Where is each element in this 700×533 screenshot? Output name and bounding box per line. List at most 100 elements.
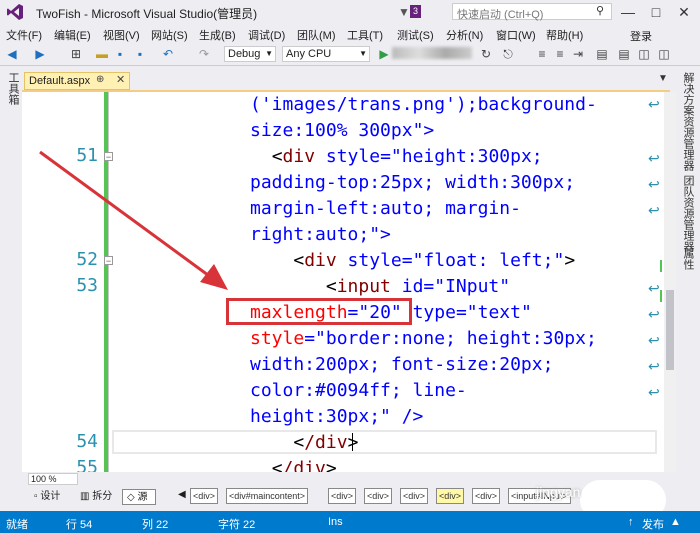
- word-wrap-icon: ↩: [648, 150, 660, 166]
- menu-view[interactable]: 视图(V): [103, 27, 140, 43]
- word-wrap-icon: ↩: [648, 384, 660, 400]
- tag-crumb[interactable]: <div>: [364, 488, 393, 504]
- menu-help[interactable]: 帮助(H): [546, 27, 583, 43]
- code-line: color:#0094ff; line-: [250, 380, 467, 401]
- menu-team[interactable]: 团队(M): [297, 27, 336, 43]
- refresh-icon[interactable]: ↻: [478, 46, 494, 62]
- indent-icon[interactable]: ⇥: [570, 46, 586, 62]
- menu-window[interactable]: 窗口(W): [496, 27, 536, 43]
- close-button[interactable]: ✕: [670, 2, 698, 22]
- save-all-icon[interactable]: ▪: [132, 46, 148, 62]
- visual-studio-logo-icon: [7, 4, 23, 20]
- menu-build[interactable]: 生成(B): [199, 27, 236, 43]
- vertical-scrollbar[interactable]: [664, 92, 676, 472]
- zoom-select[interactable]: 100 %: [28, 473, 78, 485]
- code-line: width:200px; font-size:20px;: [250, 354, 554, 375]
- tag-crumb[interactable]: <div#maincontent>: [226, 488, 309, 504]
- solution-explorer-tab[interactable]: 解决方案资源管理器: [680, 72, 696, 171]
- status-line: 行 54: [66, 519, 93, 531]
- bookmark-icon[interactable]: ◫: [636, 46, 652, 62]
- comment-icon[interactable]: ▤: [594, 46, 610, 62]
- format-icon-2[interactable]: ≡: [552, 46, 568, 62]
- platform-value: Any CPU: [286, 48, 332, 60]
- blurred-browser-name[interactable]: [392, 47, 472, 59]
- menu-analyze[interactable]: 分析(N): [446, 27, 483, 43]
- current-line-highlight: [112, 430, 657, 454]
- split-view-button[interactable]: ▥ 拆分: [80, 489, 112, 505]
- chevron-down-icon: ▼: [359, 49, 367, 58]
- code-line: height:30px;" />: [250, 406, 424, 427]
- design-view-button[interactable]: ▫ 设计: [34, 489, 60, 505]
- publish-arrow-icon[interactable]: ↑: [628, 516, 634, 528]
- status-character: 字符 22: [218, 519, 256, 531]
- login-link[interactable]: 登录: [630, 28, 652, 44]
- tag-crumb[interactable]: <div>: [190, 488, 219, 504]
- word-wrap-icon: ↩: [648, 176, 660, 192]
- format-icon[interactable]: ≡: [534, 46, 550, 62]
- open-folder-icon[interactable]: ▬: [94, 46, 110, 62]
- menu-tools[interactable]: 工具(T): [347, 27, 383, 43]
- maximize-button[interactable]: □: [642, 2, 670, 22]
- annotation-arrow: [39, 150, 228, 290]
- source-view-button[interactable]: ◇ 源: [122, 489, 156, 505]
- line-number: 54: [76, 431, 98, 452]
- tag-crumb-selected[interactable]: <div>: [436, 488, 465, 504]
- menu-debug[interactable]: 调试(D): [248, 27, 285, 43]
- left-tool-strip: [0, 67, 22, 487]
- scrollbar-thumb[interactable]: [666, 290, 674, 370]
- back-icon[interactable]: ◀: [4, 46, 20, 62]
- word-wrap-icon: ↩: [648, 96, 660, 112]
- chevron-down-icon: ▼: [265, 49, 273, 58]
- save-icon[interactable]: ▪: [112, 46, 128, 62]
- properties-tab[interactable]: 属性: [680, 248, 696, 270]
- tab-dropdown-icon[interactable]: ▼: [658, 73, 668, 84]
- word-wrap-icon: ↩: [648, 280, 660, 296]
- word-wrap-icon: ↩: [648, 306, 660, 322]
- notification-count-badge[interactable]: 3: [410, 5, 421, 18]
- word-wrap-icon: ↩: [648, 358, 660, 374]
- bookmark-prev-icon[interactable]: ◫: [656, 46, 672, 62]
- forward-icon[interactable]: ▶: [32, 46, 48, 62]
- menu-test[interactable]: 测试(S): [397, 27, 434, 43]
- platform-select[interactable]: Any CPU ▼: [282, 46, 370, 62]
- zoom-value: 100 %: [31, 474, 57, 484]
- configuration-value: Debug: [228, 48, 261, 60]
- minimize-button[interactable]: —: [614, 2, 642, 22]
- browser-link-icon[interactable]: ⎋: [500, 46, 516, 62]
- change-marker: [660, 290, 662, 302]
- start-debug-icon[interactable]: ▶: [376, 46, 392, 62]
- redo-icon[interactable]: ↷: [196, 46, 212, 62]
- word-wrap-icon: ↩: [648, 202, 660, 218]
- tab-default-aspx[interactable]: Default.aspx: [24, 72, 130, 90]
- search-icon: ⚲: [596, 5, 605, 17]
- pin-icon[interactable]: ⊕: [96, 74, 104, 85]
- status-ready: 就绪: [6, 519, 28, 531]
- notification-flag-icon[interactable]: ▼: [398, 5, 410, 19]
- uncomment-icon[interactable]: ▤: [616, 46, 632, 62]
- close-tab-icon[interactable]: ✕: [116, 73, 125, 86]
- new-project-icon[interactable]: ⊞: [68, 46, 84, 62]
- watermark-text: jingyan: [536, 484, 581, 500]
- publish-dropdown-icon[interactable]: ▲: [670, 516, 681, 528]
- menu-file[interactable]: 文件(F): [6, 27, 42, 43]
- status-column: 列 22: [142, 519, 169, 531]
- team-explorer-tab[interactable]: 团队资源管理器: [680, 175, 696, 252]
- tag-crumb[interactable]: <div>: [472, 488, 501, 504]
- menu-website[interactable]: 网站(S): [151, 27, 188, 43]
- publish-button[interactable]: 发布: [642, 516, 664, 532]
- configuration-select[interactable]: Debug ▼: [224, 46, 276, 62]
- tag-crumb[interactable]: <div>: [400, 488, 429, 504]
- undo-icon[interactable]: ↶: [160, 46, 176, 62]
- quick-launch-input[interactable]: 快速启动 (Ctrl+Q): [452, 3, 612, 21]
- tag-crumb[interactable]: <div>: [328, 488, 357, 504]
- source-label: 源: [137, 492, 148, 503]
- status-bar: [0, 511, 700, 533]
- scroll-left-icon[interactable]: ◀: [178, 489, 186, 500]
- word-wrap-icon: ↩: [648, 332, 660, 348]
- tab-label: Default.aspx: [29, 75, 91, 87]
- toolbox-tab[interactable]: 工具箱: [5, 72, 21, 105]
- status-insert-mode: Ins: [328, 516, 343, 528]
- menu-edit[interactable]: 编辑(E): [54, 27, 91, 43]
- split-label: 拆分: [92, 491, 113, 502]
- change-marker: [660, 260, 662, 272]
